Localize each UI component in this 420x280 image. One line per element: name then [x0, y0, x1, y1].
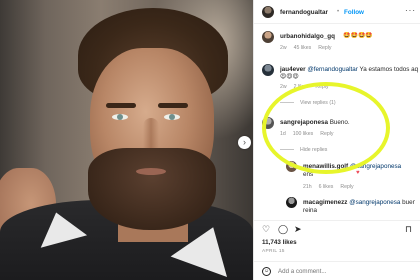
photo-eye	[164, 114, 180, 120]
photo-lips	[136, 168, 166, 175]
reply-avatar[interactable]	[286, 197, 297, 208]
header-separator: •	[337, 9, 340, 15]
comment-mention[interactable]: @fernandogualtar	[307, 66, 358, 73]
comment-username[interactable]: jau4ever	[280, 66, 306, 73]
comment-line: jau4ever @fernandogualtar Ya estamos tod…	[280, 66, 420, 73]
reply-mention[interactable]: @sangrejaponesa	[349, 199, 400, 206]
highlight-circle	[262, 82, 390, 174]
comment-age: 2w	[280, 84, 287, 90]
post-photo[interactable]	[0, 0, 253, 280]
share-icon[interactable]: ➤	[294, 224, 302, 235]
add-comment-input[interactable]	[278, 267, 398, 276]
likes-count[interactable]: 11,743 likes	[262, 239, 297, 246]
comment-text: Ya estamos todos aq	[357, 66, 419, 73]
reply-likes[interactable]: 6 likes	[319, 184, 334, 190]
action-bar: ♡ ◯ ➤ ⊓	[254, 220, 420, 238]
reply-text: buen	[400, 199, 415, 206]
commenter-avatar[interactable]	[262, 64, 274, 76]
comment-icon[interactable]: ◯	[278, 224, 288, 235]
comment-text-continued: 😍😍😍	[280, 74, 299, 80]
more-options-icon[interactable]: ···	[405, 6, 416, 15]
photo-brow	[158, 103, 188, 108]
comment-age: 2w	[280, 45, 287, 51]
reply-text-continued: reina	[303, 207, 318, 214]
post-date: APRIL 15	[262, 249, 285, 254]
comment-bar: ☺	[254, 261, 420, 280]
reply-age: 21h	[303, 184, 312, 190]
photo-brow	[106, 103, 136, 108]
comment-username[interactable]: urbanohidalgo_gq	[280, 33, 335, 40]
comment-meta: 2w 45 likes Reply	[280, 45, 339, 51]
comment-text: 🤩🤩🤩🤩	[343, 33, 373, 39]
red-heart-icon: ♥	[356, 170, 360, 176]
emoji-icon[interactable]: ☺	[262, 267, 271, 276]
author-avatar[interactable]	[262, 6, 274, 18]
photo-eye	[112, 114, 128, 120]
commenter-avatar[interactable]	[262, 31, 274, 43]
comment-likes[interactable]: 45 likes	[294, 45, 312, 51]
reply-line: macagimenezz @sangrejaponesa buen	[303, 199, 415, 206]
reply-meta: 21h 6 likes Reply	[303, 184, 361, 190]
next-arrow-icon[interactable]: ›	[238, 136, 251, 149]
post-header: fernandogualtar • Follow ···	[254, 0, 420, 24]
author-username[interactable]: fernandogualtar	[280, 9, 328, 16]
reply-button[interactable]: Reply	[340, 184, 353, 190]
follow-button[interactable]: Follow	[344, 9, 364, 16]
like-icon[interactable]: ♡	[262, 224, 270, 235]
photo-beard	[88, 148, 216, 230]
reply-button[interactable]: Reply	[318, 45, 331, 51]
save-icon[interactable]: ⊓	[405, 224, 412, 235]
reply-username[interactable]: macagimenezz	[303, 199, 347, 206]
